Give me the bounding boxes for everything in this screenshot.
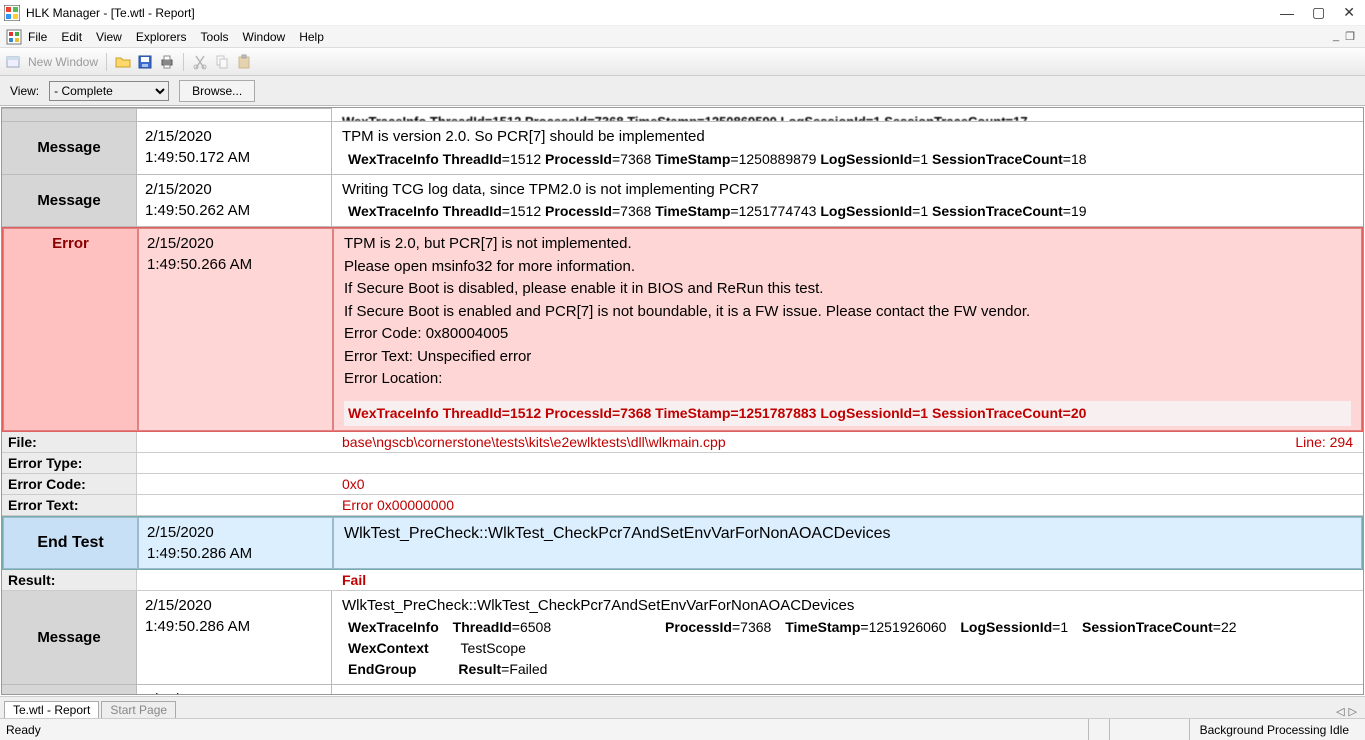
log-row-message: Message 2/15/20201:49:50.172 AM TPM is v… <box>2 122 1363 175</box>
row-content: WlkTest_PreCheck::WlkTest_CheckPcr7AndSe… <box>333 517 1362 569</box>
log-row-message: Message 2/15/20201:49:50.262 AM Writing … <box>2 175 1363 228</box>
error-line: Error Location: <box>344 368 1351 391</box>
row-type: Message <box>2 591 137 685</box>
row-content: Writing TCG log data, since TPM2.0 is no… <box>332 175 1363 227</box>
row-content: TPM is 2.0, but PCR[7] is not implemente… <box>333 228 1362 431</box>
menu-edit[interactable]: Edit <box>61 30 82 44</box>
print-icon[interactable] <box>159 54 175 70</box>
trace-line: WexTraceInfo ThreadId=1512 ProcessId=736… <box>342 149 1353 170</box>
kv-label: Error Text: <box>2 495 137 515</box>
view-label: View: <box>10 84 39 98</box>
status-panel-empty1 <box>1088 719 1109 740</box>
open-folder-icon[interactable] <box>115 54 131 70</box>
menu-window[interactable]: Window <box>243 30 286 44</box>
error-line: Please open msinfo32 for more informatio… <box>344 256 1351 279</box>
kv-value: base\ngscb\cornerstone\tests\kits\e2ewlk… <box>332 432 1363 452</box>
kv-value: 0x0 <box>332 474 1363 494</box>
maximize-button[interactable]: ▢ <box>1312 4 1325 21</box>
kv-file: File: base\ngscb\cornerstone\tests\kits\… <box>2 432 1363 453</box>
browse-button[interactable]: Browse... <box>179 80 255 102</box>
row-content: TPM is version 2.0. So PCR[7] should be … <box>332 122 1363 174</box>
tab-scroll-left-icon[interactable]: ◁ <box>1336 705 1344 718</box>
menu-explorers[interactable]: Explorers <box>136 30 187 44</box>
doc-icon <box>6 29 22 45</box>
message-text: Writing TCG log data, since TPM2.0 is no… <box>342 179 1353 202</box>
kv-label: Result: <box>2 570 137 590</box>
minimize-button[interactable]: — <box>1280 5 1294 21</box>
mdi-restore-icon[interactable]: ❐ <box>1345 30 1355 43</box>
error-line: If Secure Boot is enabled and PCR[7] is … <box>344 301 1351 324</box>
paste-icon[interactable] <box>236 54 252 70</box>
row-type: Error <box>3 228 138 431</box>
document-tabs: Te.wtl - Report Start Page ◁ ▷ <box>0 696 1365 718</box>
copy-icon[interactable] <box>214 54 230 70</box>
report-area: WexTraceInfo ThreadId=1512 ProcessId=736… <box>1 107 1364 695</box>
row-type: Message <box>2 175 137 227</box>
new-window-icon[interactable] <box>6 54 22 70</box>
status-text: Ready <box>6 723 41 737</box>
log-row-error: Error 2/15/20201:49:50.266 AM TPM is 2.0… <box>2 227 1363 432</box>
kv-result: Result: Fail <box>2 570 1363 591</box>
row-timestamp: 2/15/20201:49:50.266 AM <box>138 228 333 431</box>
row-timestamp: 2/15/2020 <box>137 685 332 694</box>
menu-view[interactable]: View <box>96 30 122 44</box>
kv-error-text: Error Text: Error 0x00000000 <box>2 495 1363 516</box>
tab-start-page[interactable]: Start Page <box>101 701 176 718</box>
kv-error-type: Error Type: <box>2 453 1363 474</box>
row-type: Message <box>2 122 137 174</box>
message-text: WlkTest_PreCheck::WlkTest_CheckPcr7AndSe… <box>342 595 1353 618</box>
status-background-processing: Background Processing Idle <box>1189 719 1359 740</box>
status-bar: Ready Background Processing Idle <box>0 718 1365 740</box>
tab-report[interactable]: Te.wtl - Report <box>4 701 99 718</box>
log-row-partial-top: WexTraceInfo ThreadId=1512 ProcessId=736… <box>2 108 1363 122</box>
save-icon[interactable] <box>137 54 153 70</box>
menu-tools[interactable]: Tools <box>201 30 229 44</box>
mdi-minimize-icon[interactable]: _ <box>1333 30 1339 43</box>
new-window-button[interactable]: New Window <box>28 55 98 69</box>
trace-text: WexTraceInfo ThreadId=1512 ProcessId=736… <box>332 108 1363 121</box>
error-line: If Secure Boot is disabled, please enabl… <box>344 278 1351 301</box>
row-timestamp: 2/15/20201:49:50.262 AM <box>137 175 332 227</box>
context-line: WexContext TestScope <box>342 638 1353 659</box>
row-type: End Test <box>3 517 138 569</box>
log-row-endtest: End Test 2/15/20201:49:50.286 AM WlkTest… <box>2 516 1363 570</box>
status-panel-empty2 <box>1109 719 1189 740</box>
row-timestamp: 2/15/20201:49:50.286 AM <box>138 517 333 569</box>
kv-value <box>332 453 1363 473</box>
close-button[interactable]: ✕ <box>1343 4 1355 21</box>
trace-line: WexTraceInfo ThreadId=6508 ProcessId=736… <box>342 617 1353 638</box>
toolbar: New Window <box>0 48 1365 76</box>
title-bar: HLK Manager - [Te.wtl - Report] — ▢ ✕ <box>0 0 1365 26</box>
log-row-message: Message 2/15/20201:49:50.286 AM WlkTest_… <box>2 591 1363 686</box>
message-text: TPM is version 2.0. So PCR[7] should be … <box>342 126 1353 149</box>
window-title: HLK Manager - [Te.wtl - Report] <box>26 6 1280 20</box>
menu-bar: File Edit View Explorers Tools Window He… <box>0 26 1365 48</box>
menu-file[interactable]: File <box>28 30 47 44</box>
row-timestamp: 2/15/20201:49:50.172 AM <box>137 122 332 174</box>
line-number: Line: 294 <box>1295 434 1353 450</box>
kv-label: Error Type: <box>2 453 137 473</box>
error-line: TPM is 2.0, but PCR[7] is not implemente… <box>344 233 1351 256</box>
kv-label: File: <box>2 432 137 452</box>
app-icon <box>4 5 20 21</box>
view-select[interactable]: - Complete <box>49 81 169 101</box>
cut-icon[interactable] <box>192 54 208 70</box>
report-scroll[interactable]: WexTraceInfo ThreadId=1512 ProcessId=736… <box>2 108 1363 694</box>
menu-help[interactable]: Help <box>299 30 324 44</box>
kv-value: Fail <box>332 570 1363 590</box>
error-trace-line: WexTraceInfo ThreadId=1512 ProcessId=736… <box>344 401 1351 426</box>
error-line: Error Code: 0x80004005 <box>344 323 1351 346</box>
row-timestamp: 2/15/20201:49:50.286 AM <box>137 591 332 685</box>
trace-line: WexTraceInfo ThreadId=1512 ProcessId=736… <box>342 201 1353 222</box>
endgroup-line: EndGroup Result=Failed <box>342 659 1353 680</box>
kv-error-code: Error Code: 0x0 <box>2 474 1363 495</box>
log-row-partial-bottom: 2/15/2020 <box>2 685 1363 694</box>
kv-label: Error Code: <box>2 474 137 494</box>
tab-scroll-right-icon[interactable]: ▷ <box>1349 705 1357 718</box>
kv-value: Error 0x00000000 <box>332 495 1363 515</box>
row-content: WlkTest_PreCheck::WlkTest_CheckPcr7AndSe… <box>332 591 1363 685</box>
view-bar: View: - Complete Browse... <box>0 76 1365 106</box>
error-line: Error Text: Unspecified error <box>344 346 1351 369</box>
